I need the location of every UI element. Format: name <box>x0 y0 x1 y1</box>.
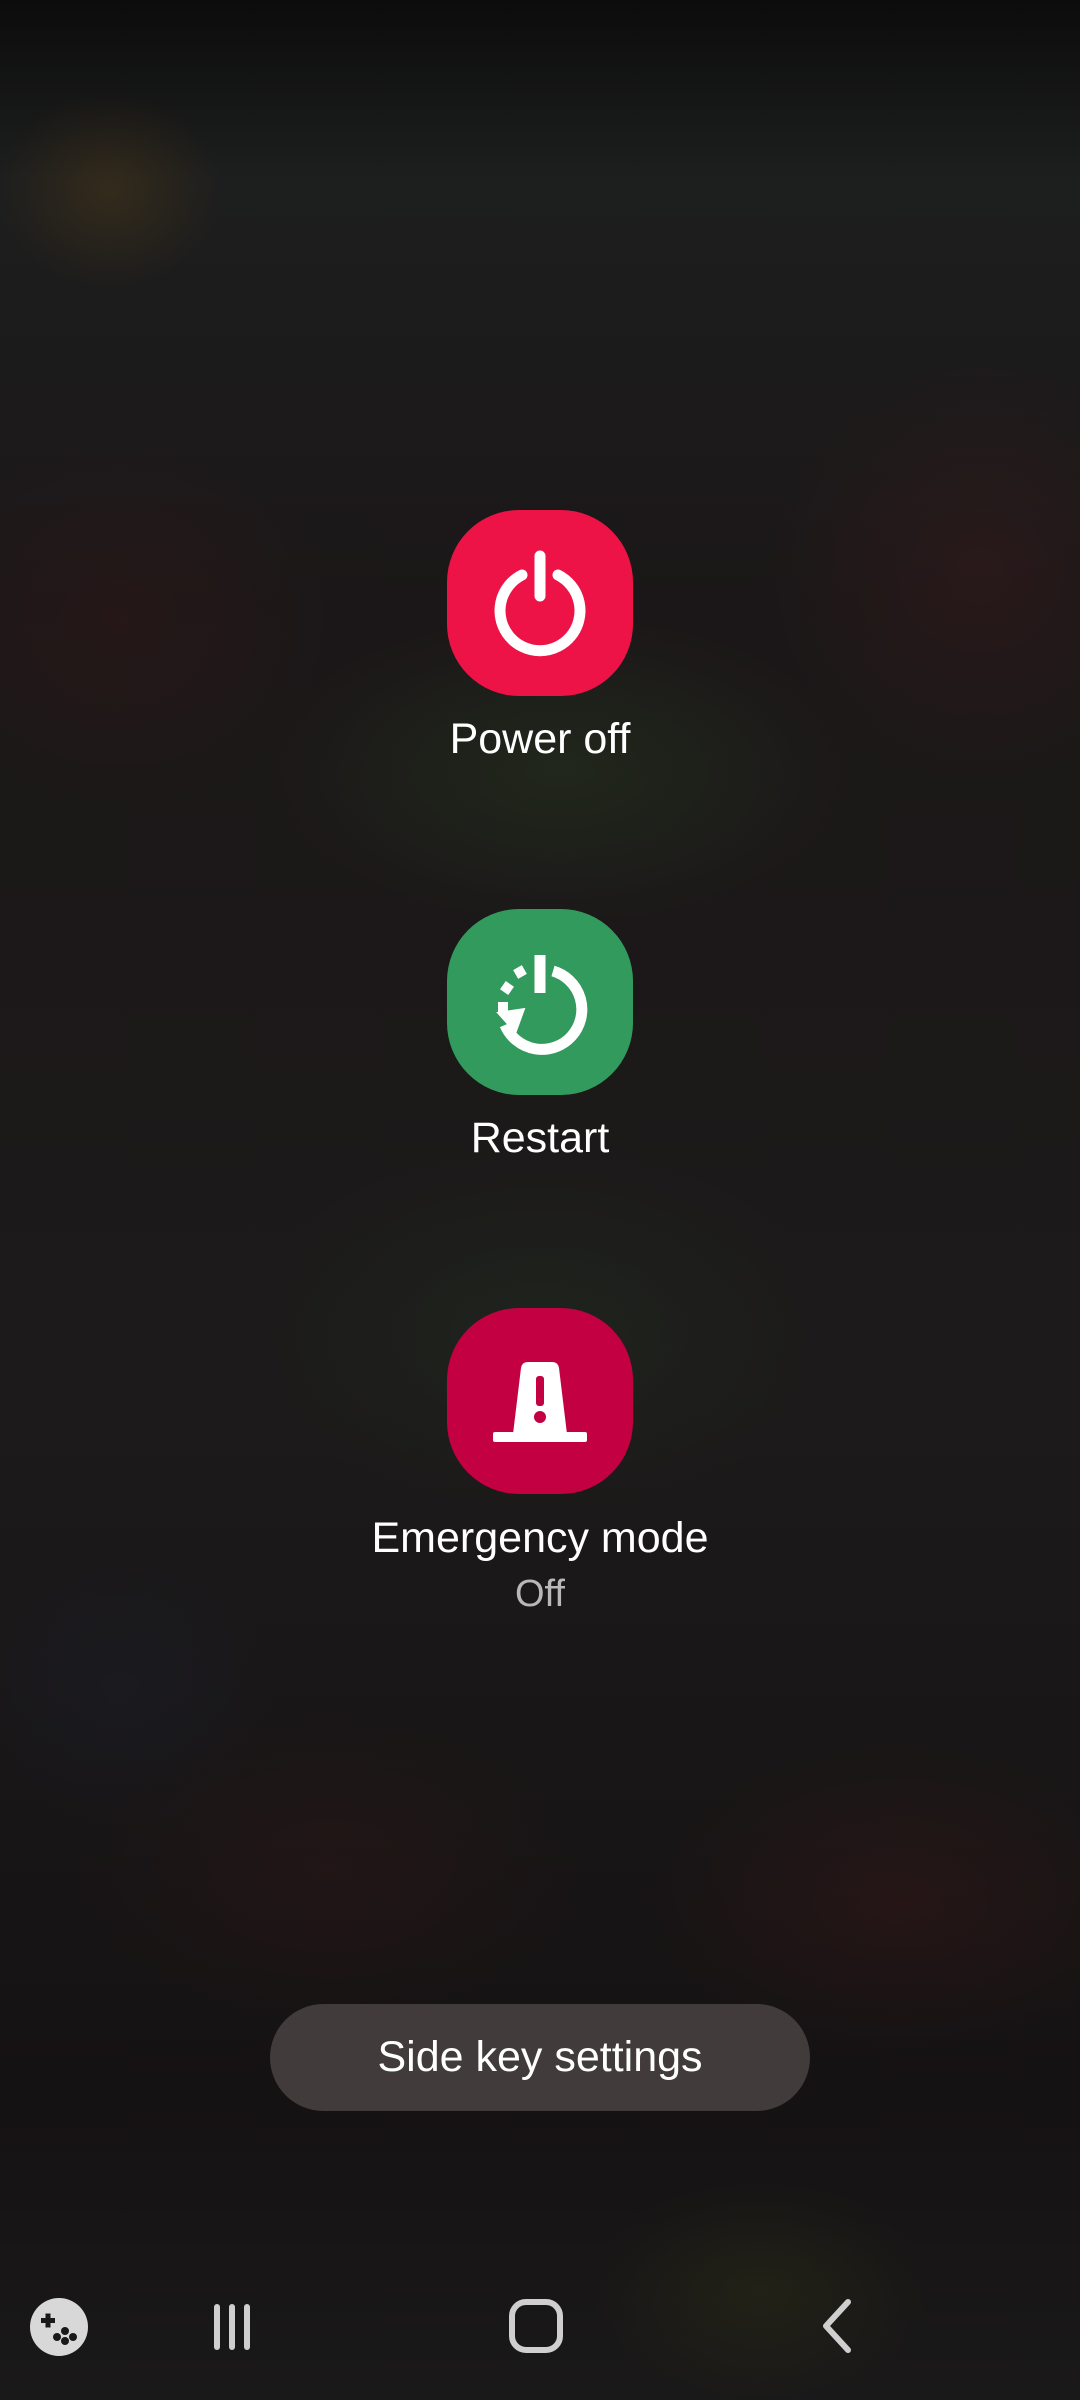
home-button[interactable] <box>500 2290 572 2362</box>
emergency-mode-status: Off <box>515 1573 565 1615</box>
emergency-siren-icon <box>493 1362 587 1442</box>
navigation-bar <box>0 2270 1080 2400</box>
restart-icon <box>496 955 588 1055</box>
home-icon <box>509 2299 563 2353</box>
back-icon <box>823 2299 851 2353</box>
game-launcher-button[interactable] <box>28 2296 90 2358</box>
back-button[interactable] <box>802 2290 874 2362</box>
power-off-button[interactable] <box>447 510 633 696</box>
power-icon <box>494 550 586 657</box>
emergency-mode-label: Emergency mode <box>371 1514 709 1562</box>
recents-icon <box>214 2304 250 2350</box>
emergency-mode-button[interactable] <box>447 1308 633 1494</box>
restart-button[interactable] <box>447 909 633 1095</box>
side-key-settings-button[interactable]: Side key settings <box>270 2004 810 2111</box>
recents-button[interactable] <box>196 2290 268 2362</box>
power-off-label: Power off <box>449 715 631 763</box>
game-controller-icon <box>30 2298 88 2356</box>
restart-label: Restart <box>470 1114 610 1162</box>
